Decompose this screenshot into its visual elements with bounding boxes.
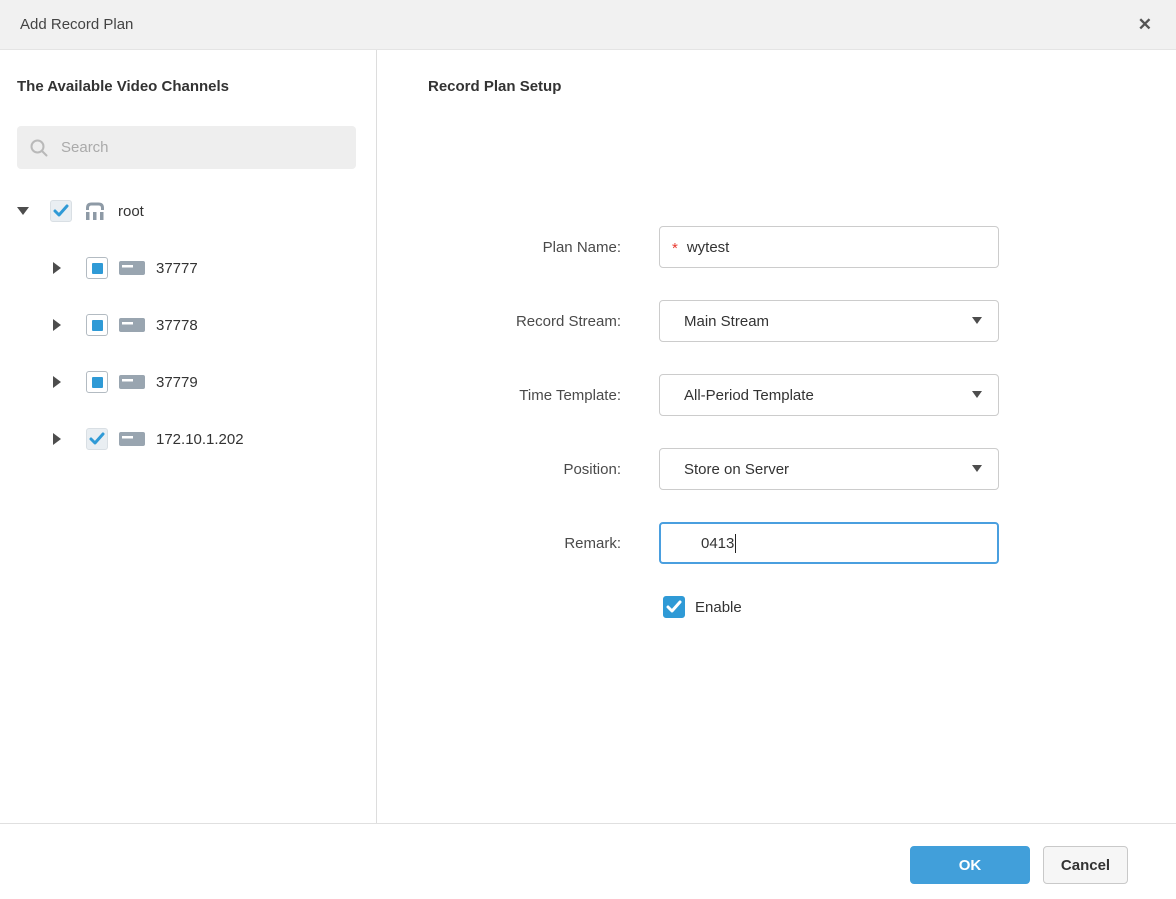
tree-checkbox-partial[interactable] bbox=[86, 314, 108, 336]
plan-name-value: wytest bbox=[687, 239, 730, 256]
tree-node-label: 37778 bbox=[156, 317, 198, 334]
plan-name-row: Plan Name: * wytest bbox=[378, 226, 1176, 268]
remark-label: Remark: bbox=[378, 535, 621, 552]
tree-checkbox-partial[interactable] bbox=[86, 257, 108, 279]
time-template-row: Time Template: All-Period Template bbox=[378, 374, 1176, 416]
position-label: Position: bbox=[378, 461, 621, 478]
left-panel-header: The Available Video Channels bbox=[17, 78, 356, 95]
collapse-expander-icon[interactable] bbox=[17, 207, 31, 215]
tree-checkbox-checked[interactable] bbox=[50, 200, 72, 222]
record-stream-select[interactable]: Main Stream bbox=[659, 300, 999, 342]
position-select[interactable]: Store on Server bbox=[659, 448, 999, 490]
text-cursor bbox=[735, 534, 736, 553]
chevron-down-icon bbox=[972, 391, 982, 398]
dialog-footer: OK Cancel bbox=[0, 823, 1176, 899]
required-asterisk-icon: * bbox=[672, 240, 678, 257]
right-panel-header: Record Plan Setup bbox=[428, 78, 1176, 95]
enable-row: Enable bbox=[663, 596, 1176, 618]
device-icon bbox=[119, 317, 145, 333]
remark-row: Remark: 0413 bbox=[378, 522, 1176, 564]
channel-tree: root 37777 bbox=[17, 199, 356, 451]
ok-button[interactable]: OK bbox=[910, 846, 1030, 884]
record-plan-form: Plan Name: * wytest Record Stream: Main … bbox=[378, 226, 1176, 618]
record-plan-setup-panel: Record Plan Setup Plan Name: * wytest Re… bbox=[378, 50, 1176, 823]
expand-expander-icon[interactable] bbox=[53, 319, 67, 331]
remark-input[interactable]: 0413 bbox=[659, 522, 999, 564]
time-template-label: Time Template: bbox=[378, 387, 621, 404]
cancel-button[interactable]: Cancel bbox=[1043, 846, 1128, 884]
plan-name-input[interactable]: * wytest bbox=[659, 226, 999, 268]
tree-checkbox-partial[interactable] bbox=[86, 371, 108, 393]
record-stream-value: Main Stream bbox=[684, 313, 769, 330]
add-record-plan-dialog: Add Record Plan ✕ The Available Video Ch… bbox=[0, 0, 1176, 899]
tree-row-device[interactable]: 37779 bbox=[17, 370, 356, 394]
channel-search-box[interactable] bbox=[17, 126, 356, 169]
tree-row-root[interactable]: root bbox=[17, 199, 356, 223]
tree-node-label: 172.10.1.202 bbox=[156, 431, 244, 448]
chevron-down-icon bbox=[972, 317, 982, 324]
dialog-title: Add Record Plan bbox=[20, 16, 133, 33]
plan-name-label: Plan Name: bbox=[378, 239, 621, 256]
enable-label: Enable bbox=[695, 599, 742, 616]
device-icon bbox=[119, 431, 145, 447]
time-template-select[interactable]: All-Period Template bbox=[659, 374, 999, 416]
expand-expander-icon[interactable] bbox=[53, 262, 67, 274]
expand-expander-icon[interactable] bbox=[53, 433, 67, 445]
position-row: Position: Store on Server bbox=[378, 448, 1176, 490]
tree-node-label: 37777 bbox=[156, 260, 198, 277]
organization-icon bbox=[83, 202, 107, 221]
tree-node-label: 37779 bbox=[156, 374, 198, 391]
expand-expander-icon[interactable] bbox=[53, 376, 67, 388]
dialog-titlebar: Add Record Plan ✕ bbox=[0, 0, 1176, 50]
position-value: Store on Server bbox=[684, 461, 789, 478]
tree-row-device[interactable]: 172.10.1.202 bbox=[17, 427, 356, 451]
tree-row-device[interactable]: 37778 bbox=[17, 313, 356, 337]
tree-node-label: root bbox=[118, 203, 144, 220]
remark-value: 0413 bbox=[673, 535, 734, 552]
tree-checkbox-checked[interactable] bbox=[86, 428, 108, 450]
record-stream-label: Record Stream: bbox=[378, 313, 621, 330]
device-icon bbox=[119, 374, 145, 390]
close-icon[interactable]: ✕ bbox=[1138, 16, 1152, 33]
search-input[interactable] bbox=[61, 139, 321, 156]
available-channels-panel: The Available Video Channels bbox=[0, 50, 377, 823]
time-template-value: All-Period Template bbox=[684, 387, 814, 404]
record-stream-row: Record Stream: Main Stream bbox=[378, 300, 1176, 342]
enable-checkbox[interactable] bbox=[663, 596, 685, 618]
tree-row-device[interactable]: 37777 bbox=[17, 256, 356, 280]
chevron-down-icon bbox=[972, 465, 982, 472]
device-icon bbox=[119, 260, 145, 276]
search-icon bbox=[29, 138, 49, 158]
